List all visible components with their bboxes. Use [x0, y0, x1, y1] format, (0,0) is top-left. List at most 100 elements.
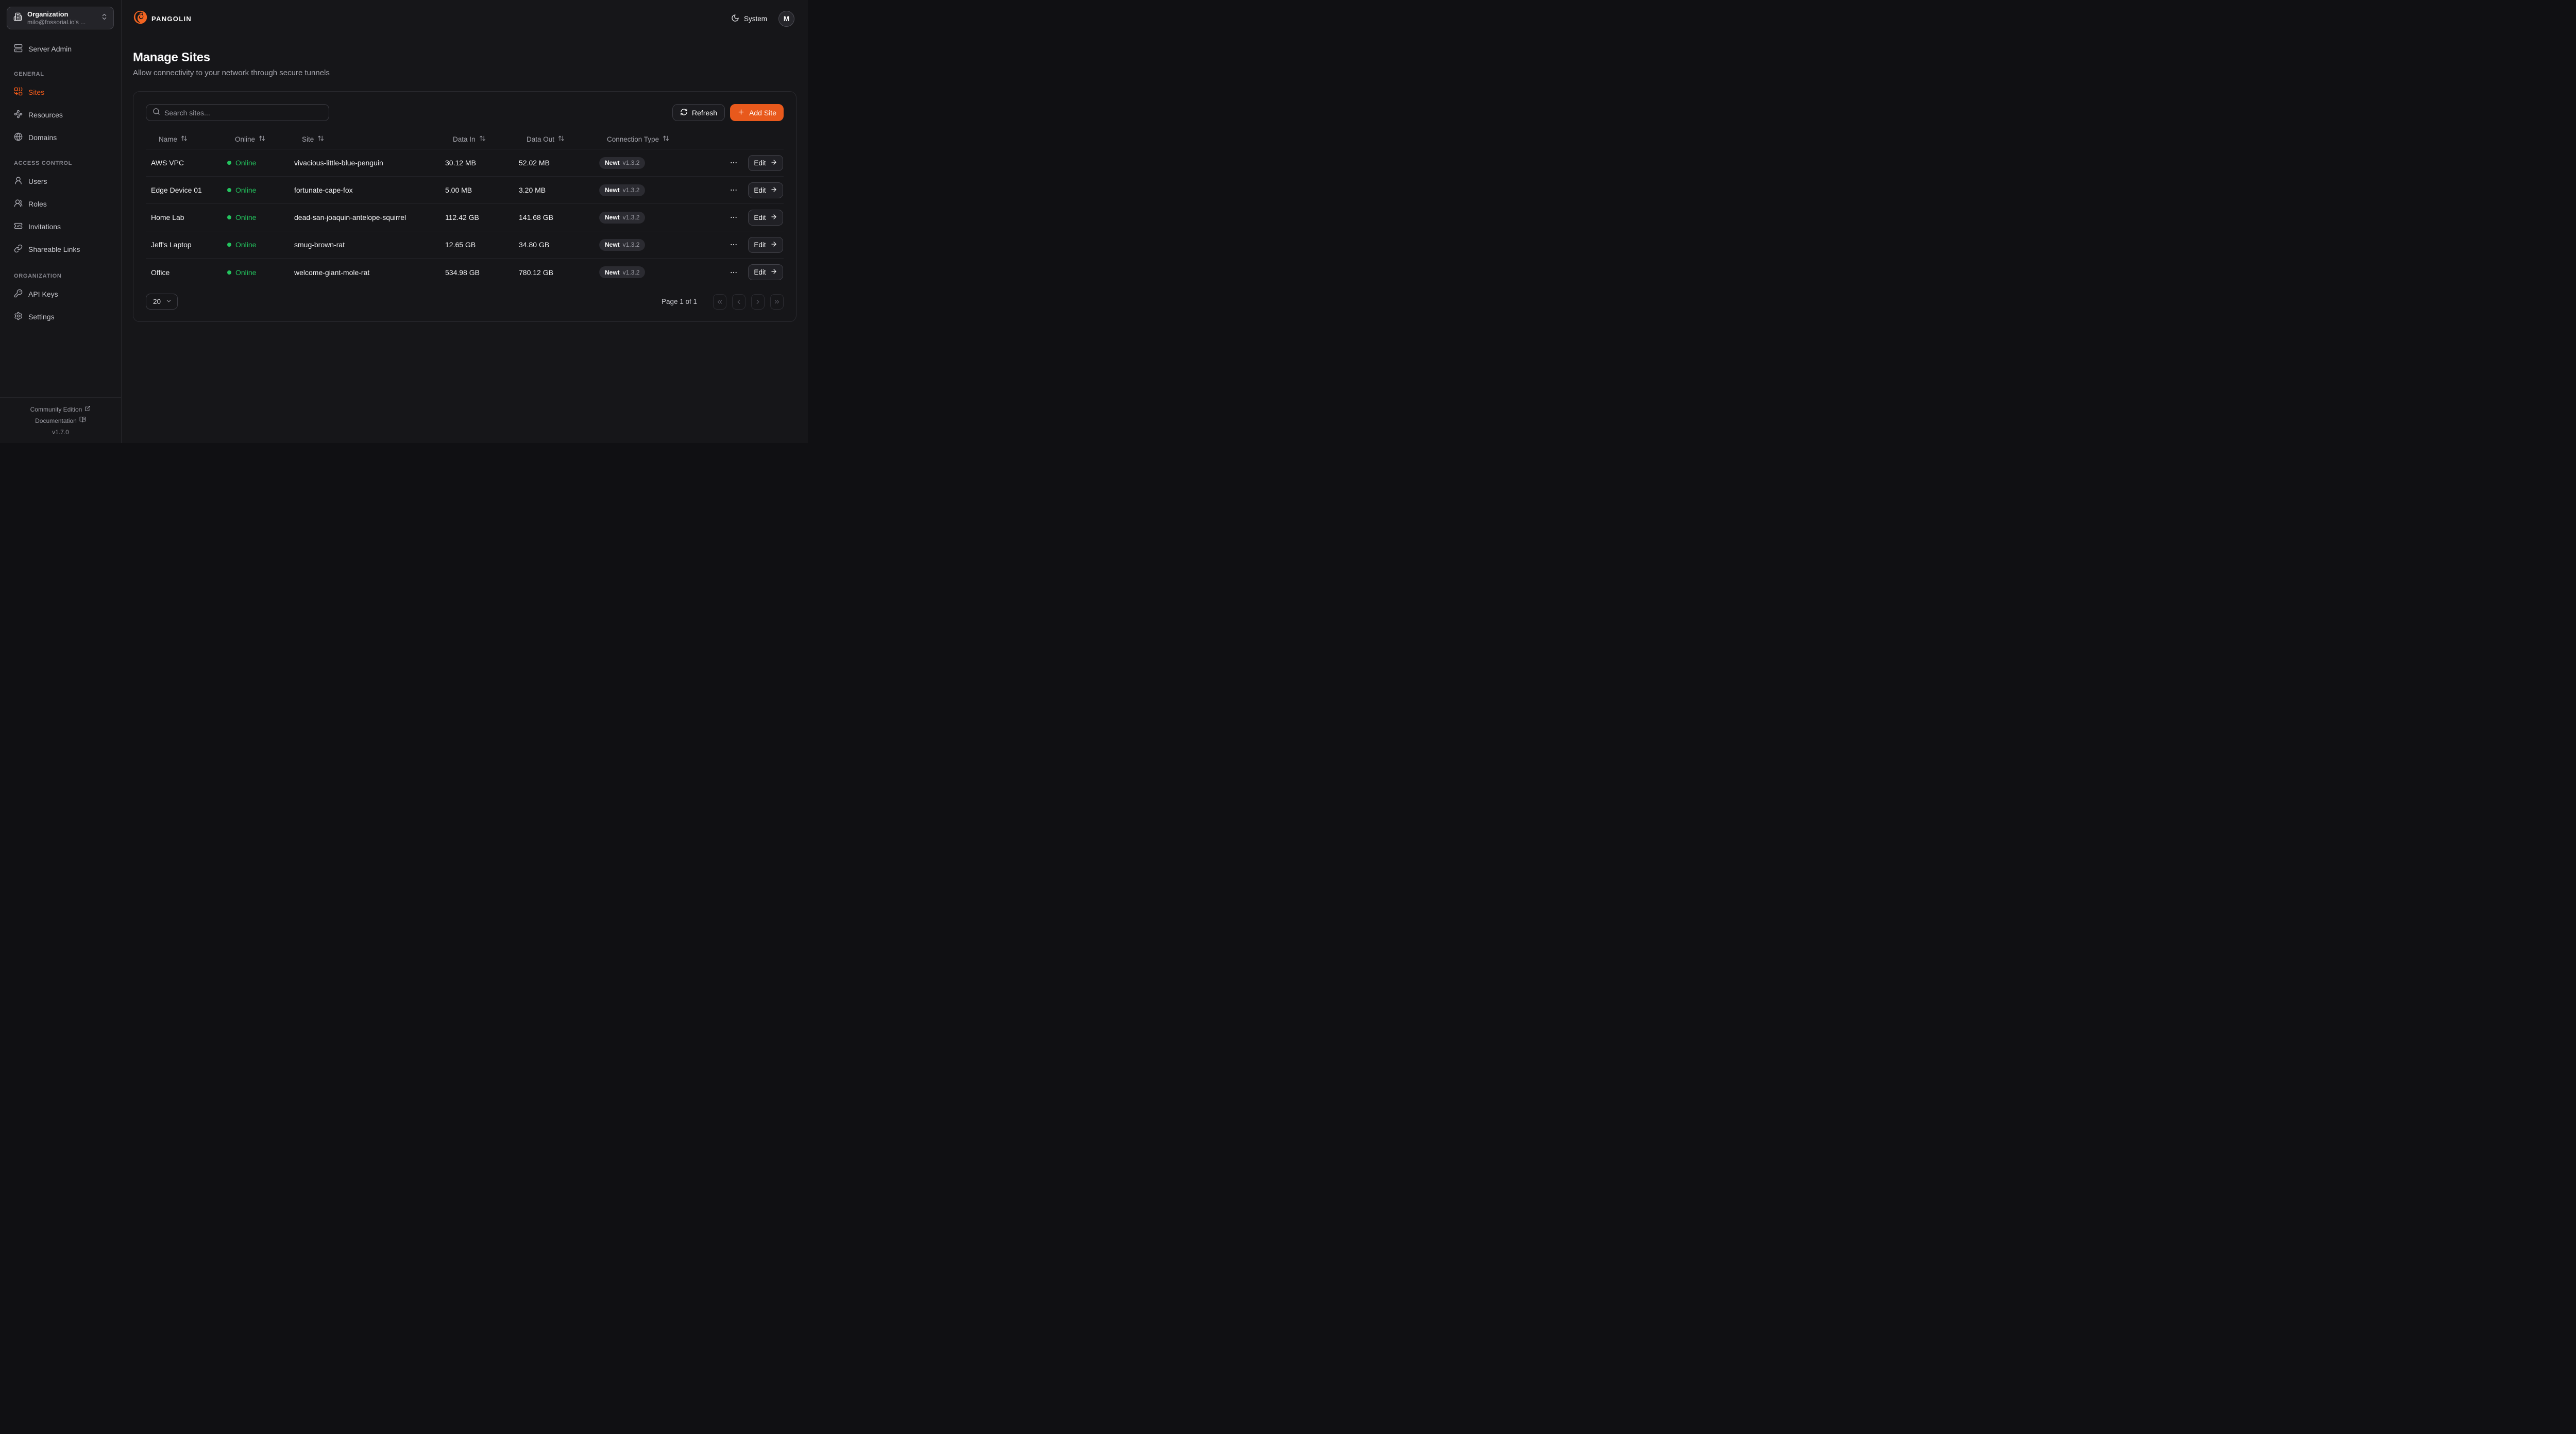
data-out-value: 780.12 GB	[514, 268, 594, 277]
online-label: Online	[235, 268, 256, 277]
brand-logo: PANGOLIN	[133, 10, 192, 27]
column-header-site[interactable]: Site	[289, 135, 440, 143]
sites-toolbar: Refresh Add Site	[146, 104, 784, 121]
column-header-data-in[interactable]: Data In	[440, 135, 514, 143]
data-in-value: 30.12 MB	[440, 159, 514, 167]
app-version: v1.7.0	[0, 426, 121, 438]
sidebar-item-shareable-links[interactable]: Shareable Links	[0, 241, 121, 258]
sidebar-footer: Community Edition Documentation v1.7.0	[0, 397, 121, 443]
user-avatar[interactable]: M	[778, 11, 794, 27]
edit-button[interactable]: Edit	[748, 182, 783, 198]
column-label: Name	[159, 135, 177, 143]
theme-toggle[interactable]: System	[731, 14, 767, 24]
org-switcher[interactable]: Organization milo@fossorial.io's ...	[7, 7, 114, 29]
data-out-value: 52.02 MB	[514, 159, 594, 167]
sidebar-item-label: Sites	[28, 88, 44, 96]
pangolin-logo-icon	[133, 10, 148, 27]
last-page-button[interactable]	[770, 294, 784, 310]
row-menu-button[interactable]	[727, 238, 740, 251]
sidebar-item-domains[interactable]: Domains	[0, 129, 121, 146]
row-menu-button[interactable]	[727, 157, 740, 169]
sidebar-item-users[interactable]: Users	[0, 173, 121, 190]
edit-button[interactable]: Edit	[748, 210, 783, 226]
column-header-name[interactable]: Name	[146, 135, 222, 143]
sidebar-item-resources[interactable]: Resources	[0, 107, 121, 123]
row-menu-button[interactable]	[727, 211, 740, 224]
add-site-button[interactable]: Add Site	[730, 104, 784, 121]
online-dot	[227, 161, 231, 165]
row-menu-button[interactable]	[727, 184, 740, 196]
documentation-link[interactable]: Documentation	[0, 415, 121, 426]
online-dot	[227, 270, 231, 275]
edit-button[interactable]: Edit	[748, 155, 783, 171]
org-meta: Organization milo@fossorial.io's ...	[27, 10, 100, 26]
arrow-right-icon	[770, 186, 777, 195]
moon-icon	[731, 14, 739, 24]
sidebar-item-label: Roles	[28, 200, 47, 208]
site-name: Edge Device 01	[146, 186, 222, 194]
next-page-button[interactable]	[751, 294, 765, 310]
sort-icon	[479, 135, 486, 143]
site-name: Home Lab	[146, 213, 222, 221]
connection-badge: Newtv1.3.2	[599, 239, 645, 251]
sort-icon	[663, 135, 669, 143]
arrow-right-icon	[770, 213, 777, 222]
online-status: Online	[222, 186, 289, 194]
table-row: Office Online welcome-giant-mole-rat 534…	[146, 259, 784, 286]
data-out-value: 3.20 MB	[514, 186, 594, 194]
row-actions: Edit	[671, 210, 784, 226]
sidebar-item-label: Domains	[28, 133, 57, 142]
sort-icon	[558, 135, 565, 143]
topbar: PANGOLIN System M	[122, 0, 808, 37]
edit-button[interactable]: Edit	[748, 264, 783, 280]
online-status: Online	[222, 241, 289, 249]
refresh-label: Refresh	[692, 109, 717, 117]
external-link-icon	[84, 404, 91, 415]
refresh-icon	[680, 108, 688, 117]
column-header-connection-type[interactable]: Connection Type	[594, 135, 671, 143]
sidebar-item-api-keys[interactable]: API Keys	[0, 286, 121, 302]
row-actions: Edit	[671, 237, 784, 253]
first-page-button[interactable]	[713, 294, 726, 310]
column-header-online[interactable]: Online	[222, 135, 289, 143]
sites-card: Refresh Add Site Name Online	[133, 91, 796, 322]
row-menu-button[interactable]	[727, 266, 740, 279]
brand-name: PANGOLIN	[151, 15, 192, 23]
server-icon	[14, 44, 23, 54]
sidebar-item-label: API Keys	[28, 290, 58, 298]
sidebar-item-settings[interactable]: Settings	[0, 309, 121, 325]
arrow-right-icon	[770, 241, 777, 249]
edit-button[interactable]: Edit	[748, 237, 783, 253]
connection-badge: Newtv1.3.2	[599, 157, 645, 169]
online-label: Online	[235, 159, 256, 167]
connection-type-cell: Newtv1.3.2	[594, 184, 671, 196]
search-input[interactable]	[164, 109, 323, 117]
connection-badge: Newtv1.3.2	[599, 184, 645, 196]
pagination-buttons	[713, 294, 784, 310]
ticket-check-icon	[14, 221, 23, 232]
site-slug: welcome-giant-mole-rat	[289, 268, 440, 277]
gear-icon	[14, 312, 23, 322]
section-label-access-control: ACCESS CONTROL	[0, 160, 121, 166]
community-edition-link[interactable]: Community Edition	[0, 404, 121, 415]
table-row: AWS VPC Online vivacious-little-blue-pen…	[146, 149, 784, 177]
refresh-button[interactable]: Refresh	[672, 104, 725, 121]
sidebar-item-roles[interactable]: Roles	[0, 196, 121, 212]
combine-icon	[14, 87, 23, 97]
sidebar-item-label: Server Admin	[28, 45, 72, 53]
site-slug: dead-san-joaquin-antelope-squirrel	[289, 213, 440, 221]
sort-icon	[317, 135, 324, 143]
sidebar-item-invitations[interactable]: Invitations	[0, 218, 121, 235]
waypoints-icon	[14, 110, 23, 120]
online-dot	[227, 188, 231, 192]
search-box	[146, 104, 329, 121]
chevron-down-icon	[165, 298, 172, 306]
row-actions: Edit	[671, 182, 784, 198]
column-header-data-out[interactable]: Data Out	[514, 135, 594, 143]
previous-page-button[interactable]	[732, 294, 745, 310]
connection-badge: Newtv1.3.2	[599, 266, 645, 278]
page-size-select[interactable]: 20	[146, 294, 178, 310]
sidebar-item-sites[interactable]: Sites	[0, 84, 121, 100]
sidebar-item-server-admin[interactable]: Server Admin	[0, 41, 121, 57]
chevrons-up-down-icon	[100, 13, 108, 23]
